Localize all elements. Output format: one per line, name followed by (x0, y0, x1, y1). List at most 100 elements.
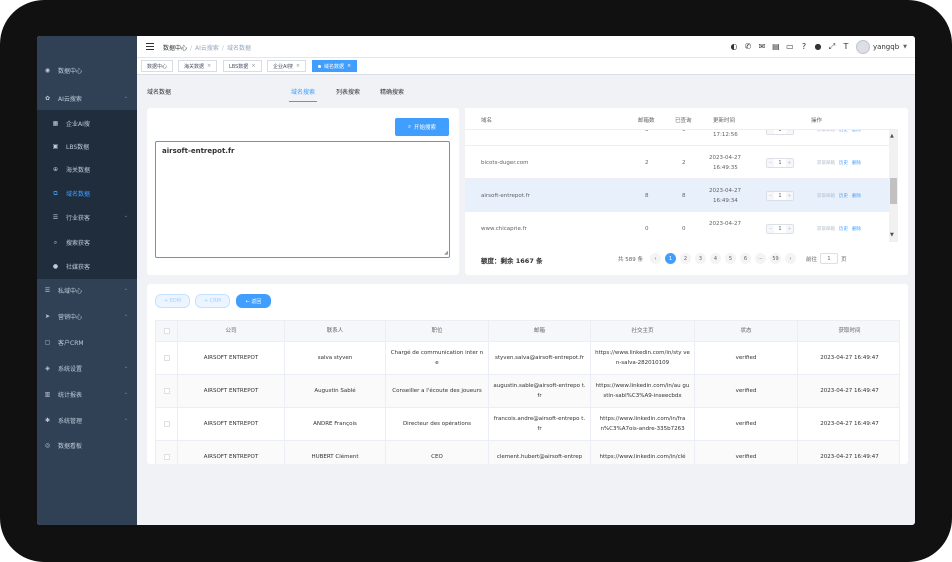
contrast-icon[interactable]: ◐ (729, 42, 739, 52)
minus-icon[interactable]: − (767, 192, 774, 200)
page-ellipsis[interactable]: ··· (755, 253, 766, 264)
table-row[interactable]: AIRSOFT ENTREPOT salva styven Chargé de co… (155, 342, 900, 375)
row-checkbox[interactable] (163, 454, 170, 460)
table-row[interactable]: AIRSOFT ENTREPOT HUBERT Clément CEO clement… (155, 441, 900, 464)
add-edm-button[interactable]: + EDM (155, 294, 190, 308)
history-link[interactable]: 历史 (839, 194, 848, 199)
avatar[interactable] (855, 40, 870, 54)
start-search-button[interactable]: ⌕ 开始搜索 (395, 118, 449, 136)
sidebar-item[interactable]: ☰ 私域中心 ⌄ (37, 277, 137, 303)
tag-domain[interactable]: 域名数据 × (312, 60, 358, 72)
page-button[interactable]: 3 (695, 253, 706, 264)
stepper-value[interactable]: 1 (774, 193, 786, 199)
sidebar-item[interactable]: ✱ 系统管理 ⌄ (37, 407, 137, 433)
history-link[interactable]: 历史 (839, 227, 848, 232)
plus-icon[interactable]: + (786, 192, 793, 200)
minus-icon[interactable]: − (767, 159, 774, 167)
quantity-stepper[interactable]: −1 + (766, 130, 794, 135)
delete-link[interactable]: 删除 (852, 130, 861, 133)
delete-link[interactable]: 删除 (852, 194, 861, 199)
sidebar-item[interactable]: ◉ 数据中心 (37, 57, 137, 83)
quantity-stepper[interactable]: −1 + (766, 191, 794, 201)
quantity-stepper[interactable]: −1 + (766, 224, 794, 234)
monitor-icon[interactable]: ▭ (785, 42, 795, 52)
breadcrumb-item[interactable]: 数据中心 (163, 45, 187, 52)
scrollbar-thumb[interactable] (890, 178, 897, 204)
stepper-value[interactable]: 1 (774, 130, 786, 133)
minus-icon[interactable]: − (767, 225, 774, 233)
sidebar-item[interactable]: ▢ 客户CRM (37, 329, 137, 355)
font-size-icon[interactable]: T (841, 42, 851, 52)
table-row[interactable]: AIRSOFT ENTREPOT ANDRE François Directeur … (155, 408, 900, 441)
close-icon[interactable]: × (251, 63, 255, 69)
tab-exact-search[interactable]: 精确搜索 (380, 87, 404, 96)
page-button[interactable]: 5 (725, 253, 736, 264)
row-checkbox[interactable] (163, 355, 170, 361)
hamburger-icon[interactable] (146, 43, 154, 50)
add-crm-button[interactable]: + CRM (195, 294, 230, 308)
domain-textarea-value[interactable]: airsoft-entrepot.fr (162, 147, 234, 155)
table-row[interactable]: airsoft-entrepot.fr 8 8 2023-04-27 16:49:34 −… (465, 179, 889, 212)
tag-ai-search[interactable]: 企业AI搜 × (267, 60, 307, 72)
select-all-checkbox[interactable] (163, 328, 170, 334)
stepper-value[interactable]: 1 (774, 160, 786, 166)
page-button[interactable]: 2 (680, 253, 691, 264)
page-button[interactable]: 6 (740, 253, 751, 264)
minus-icon[interactable]: − (767, 130, 774, 134)
sidebar-item[interactable]: ➤ 营销中心 ⌄ (37, 303, 137, 329)
chevron-down-icon[interactable]: ▼ (903, 44, 907, 50)
next-page-button[interactable]: › (785, 253, 796, 264)
close-icon[interactable]: × (296, 63, 300, 69)
back-button[interactable]: ← 返回 (236, 294, 271, 308)
domain-textarea[interactable]: airsoft-entrepot.fr ◢ (155, 141, 450, 258)
tab-list-search[interactable]: 列表搜索 (336, 87, 360, 96)
row-checkbox[interactable] (163, 421, 170, 427)
history-link[interactable]: 历史 (839, 161, 848, 166)
sidebar-item[interactable]: ⊕ 海关数据 (37, 156, 137, 182)
sidebar-item[interactable]: ⧉ 域名数据 (37, 180, 137, 206)
mail-icon[interactable]: ✉ (757, 42, 767, 52)
tag-lbs[interactable]: LBS数据 × (223, 60, 262, 72)
page-button[interactable]: 59 (770, 253, 781, 264)
quantity-stepper[interactable]: −1 + (766, 158, 794, 168)
whatsapp-icon[interactable]: ✆ (743, 42, 753, 52)
close-icon[interactable]: × (347, 63, 351, 69)
plus-icon[interactable]: + (786, 130, 793, 134)
document-icon[interactable]: ▤ (771, 42, 781, 52)
plus-icon[interactable]: + (786, 159, 793, 167)
scroll-up-icon[interactable]: ▲ (890, 133, 894, 139)
sidebar-item[interactable]: ✿ AI云搜索 ⌄ (37, 85, 137, 111)
fullscreen-icon[interactable]: ⤢ (827, 42, 837, 52)
username[interactable]: yangqb (873, 43, 899, 51)
stepper-value[interactable]: 1 (774, 226, 786, 232)
help-icon[interactable]: ? (799, 42, 809, 52)
row-checkbox[interactable] (163, 388, 170, 394)
history-link[interactable]: 历史 (839, 130, 848, 133)
prev-page-button[interactable]: ‹ (650, 253, 661, 264)
tab-domain-search[interactable]: 域名搜索 (291, 87, 315, 96)
scrollbar[interactable]: ▲ ▼ (889, 130, 898, 242)
sidebar-item[interactable]: ◎ 数据看板 (37, 432, 137, 458)
delete-link[interactable]: 删除 (852, 161, 861, 166)
sidebar-item[interactable]: ⌕ 搜索获客 (37, 229, 137, 255)
globe-icon[interactable]: ● (813, 42, 823, 52)
tag-data-center[interactable]: 数据中心 (141, 60, 174, 72)
fetch-email-link[interactable]: 获取邮箱 (817, 161, 835, 166)
tag-customs[interactable]: 海关数据 × (178, 60, 218, 72)
scroll-down-icon[interactable]: ▼ (890, 232, 894, 238)
fetch-email-link[interactable]: 获取邮箱 (817, 194, 835, 199)
sidebar-item[interactable]: ● 社媒获客 (37, 253, 137, 279)
table-row[interactable]: bicots-duger.com 2 2 2023-04-27 16:49:35 −1 + 获… (465, 146, 889, 179)
page-button[interactable]: 1 (665, 253, 676, 264)
plus-icon[interactable]: + (786, 225, 793, 233)
fetch-email-link[interactable]: 获取邮箱 (817, 130, 835, 133)
sidebar-item[interactable]: ☰ 行业获客 ⌄ (37, 204, 137, 230)
page-button[interactable]: 4 (710, 253, 721, 264)
table-row[interactable]: 0 0 17:12:56 −1 + 获取邮箱 历史 删除 (465, 130, 889, 146)
goto-page-input[interactable]: 1 (820, 253, 839, 264)
tab-domain-data[interactable]: 域名数据 (147, 87, 171, 96)
table-row[interactable]: AIRSOFT ENTREPOT Augustin Sablé Conseiller… (155, 375, 900, 408)
resize-handle-icon[interactable]: ◢ (444, 250, 448, 256)
table-row[interactable]: www.chicaprie.fr 0 0 2023-04-27 −1 + 获取邮箱 历史 删除 (465, 212, 889, 242)
sidebar-item[interactable]: ◈ 系统设置 ⌄ (37, 355, 137, 381)
